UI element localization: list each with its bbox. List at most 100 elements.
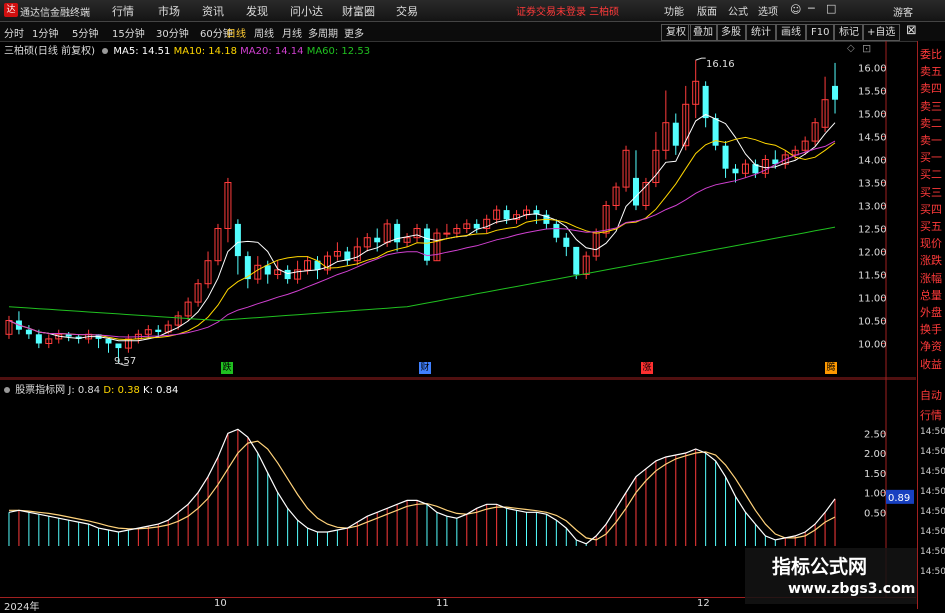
y-tick-label: 13.00 (858, 202, 887, 213)
quote-field-label: 涨幅 (920, 271, 942, 285)
tab-intraday[interactable]: 分时 (4, 25, 24, 40)
overlay-button[interactable]: 叠加 (688, 24, 718, 41)
candle-body (672, 122, 679, 146)
maximize-icon[interactable]: □ (826, 2, 836, 15)
menu-item-wealth[interactable]: 财富圈 (342, 3, 375, 19)
x-label-dec: 12 (697, 598, 710, 609)
y-tick-label: 10.00 (858, 340, 887, 351)
quote-field-label: 买三 (920, 185, 942, 199)
marker-down[interactable]: 跌 (221, 362, 233, 374)
statistics-button[interactable]: 统计 (746, 24, 776, 41)
candle-body (702, 85, 709, 119)
menu-item-news[interactable]: 资讯 (202, 3, 224, 19)
y-tick-label: 14.50 (858, 133, 887, 144)
menu-item-trade[interactable]: 交易 (396, 3, 418, 19)
guest-login[interactable]: 游客 (893, 4, 913, 19)
y-tick-label: 11.50 (858, 271, 887, 282)
quote-field-label: 收益 (920, 357, 942, 371)
tab-daily[interactable]: 日线 (226, 25, 246, 40)
user-icon[interactable]: ☺ (790, 3, 801, 16)
marker-event[interactable]: 腾 (825, 362, 837, 374)
y-tick-label: 14.00 (858, 156, 887, 167)
f10-button[interactable]: F10 (806, 24, 835, 41)
quote-field-label: 买二 (920, 168, 942, 182)
sub-y-tick-label: 2.00 (864, 449, 886, 460)
candle-body (234, 223, 241, 257)
tab-monthly[interactable]: 月线 (282, 25, 302, 40)
y-tick-label: 15.00 (858, 110, 887, 121)
k-line (8, 428, 836, 545)
candle-body (284, 269, 291, 280)
y-tick-label: 13.50 (858, 179, 887, 190)
adjust-button[interactable]: 复权 (661, 24, 691, 41)
multi-stock-button[interactable]: 多股 (716, 24, 746, 41)
x-label-year: 2024年 (4, 602, 40, 613)
quote-field-label: 净资 (920, 340, 942, 354)
quote-field-label: 卖一 (920, 134, 942, 147)
candle-body (155, 329, 162, 332)
quote-field-label: 卖四 (920, 82, 942, 96)
tab-multi-period[interactable]: 多周期 (308, 25, 338, 40)
tab-weekly[interactable]: 周线 (254, 25, 274, 40)
menu-item-formula[interactable]: 公式 (728, 3, 748, 18)
close-panel-icon[interactable]: ⊠ (906, 23, 917, 38)
menu-item-function[interactable]: 功能 (664, 3, 684, 18)
sub-y-tick-label: 0.50 (864, 508, 886, 519)
app-title: 通达信金融终端 (20, 8, 90, 19)
draw-line-button[interactable]: 画线 (776, 24, 806, 41)
quote-time-label: 14:50 (920, 487, 945, 497)
low-price-annotation: 9.57 (114, 356, 137, 367)
menu-item-market[interactable]: 市场 (158, 3, 180, 19)
candle-body (264, 265, 271, 275)
candle-body (573, 246, 580, 275)
marker-finance[interactable]: 财 (419, 362, 431, 374)
candle-body (115, 343, 122, 349)
quote-time-label: 14:50 (920, 567, 945, 577)
d-line (9, 440, 836, 541)
candle-body (473, 223, 480, 229)
menu-item-assistant[interactable]: 问小达 (290, 3, 323, 19)
tab-5min[interactable]: 5分钟 (72, 25, 98, 40)
sub-y-tick-label: 1.50 (864, 469, 886, 480)
menu-item-quotes[interactable]: 行情 (112, 3, 134, 19)
tab-more[interactable]: 更多 (344, 25, 364, 40)
tab-1min[interactable]: 1分钟 (32, 25, 58, 40)
candle-body (25, 329, 32, 335)
quote-field-label: 外盘 (920, 306, 942, 319)
login-alert[interactable]: 证券交易未登录 三柏硕 (516, 3, 619, 18)
candlestick-chart[interactable]: 10.00 10.50 11.00 11.50 12.00 12.50 13.00 13.50… (0, 41, 916, 379)
candle-body (443, 232, 451, 235)
x-label-nov: 11 (436, 598, 449, 609)
candle-body (553, 223, 560, 238)
quote-field-label: 卖五 (920, 65, 942, 79)
menu-item-discover[interactable]: 发现 (246, 3, 268, 19)
quote-field-label: 委比 (920, 48, 942, 61)
candle-body (732, 168, 739, 174)
period-toolbar: 分时 1分钟 5分钟 15分钟 30分钟 60分钟 日线 周线 月线 多周期 更… (0, 22, 945, 42)
candle-body (105, 338, 112, 344)
minimize-icon[interactable]: ─ (808, 2, 815, 15)
y-tick-label: 16.00 (858, 64, 887, 75)
quote-field-label: 买四 (920, 202, 942, 216)
y-tick-label: 12.50 (858, 225, 887, 236)
candle-body (722, 145, 729, 169)
mark-button[interactable]: 标记 (834, 24, 864, 41)
add-watchlist-button[interactable]: +自选 (862, 24, 901, 41)
quote-time-label: 14:50 (920, 527, 945, 537)
ma60-line (8, 226, 836, 322)
quote-panel: 委比 卖五 卖四 卖三 卖二 卖一 买一 买二 买三 买四 买五 现价 涨跌 涨幅 总量 外盘 换手 净资 收益 自动… (917, 41, 945, 609)
menu-item-options[interactable]: 选项 (758, 3, 778, 18)
quote-time-label: 14:50 (920, 467, 945, 477)
marker-up[interactable]: 涨 (641, 362, 653, 374)
quote-field-label: 现价 (920, 237, 942, 251)
y-tick-label: 15.50 (858, 87, 887, 98)
candle-body (632, 177, 639, 206)
candle-body (503, 210, 510, 220)
high-annotation-line (695, 57, 706, 61)
tab-15min[interactable]: 15分钟 (112, 25, 145, 40)
x-label-oct: 10 (214, 598, 227, 609)
menu-item-layout[interactable]: 版面 (697, 3, 717, 18)
quote-field-label: 卖三 (920, 99, 942, 113)
quote-field-label: 买五 (920, 220, 942, 233)
tab-30min[interactable]: 30分钟 (156, 25, 189, 40)
